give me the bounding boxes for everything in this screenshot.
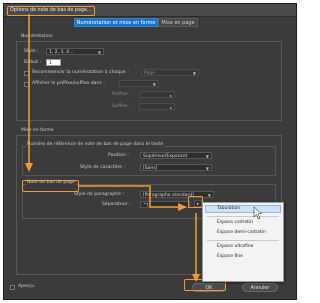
mouse-cursor <box>253 206 263 220</box>
cursor-icon <box>253 206 263 220</box>
